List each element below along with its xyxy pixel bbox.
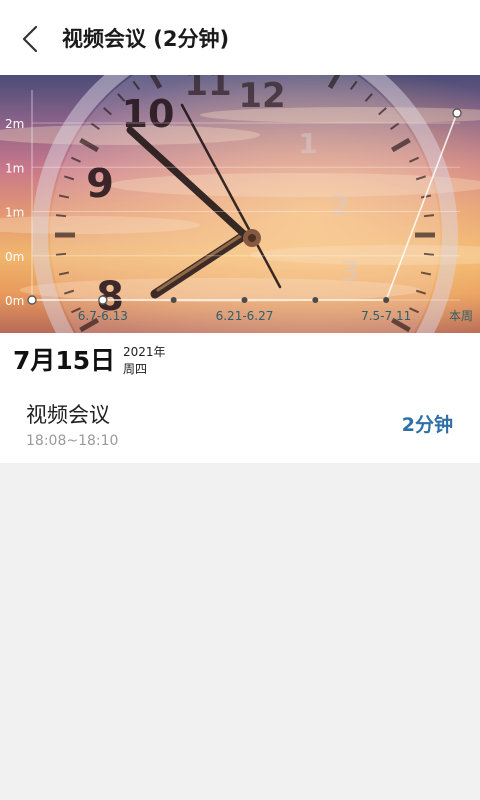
data-point — [98, 295, 108, 305]
x-tick-label: 6.7-6.13 — [78, 309, 128, 323]
day-year: 2021年 — [123, 345, 166, 359]
weekly-usage-chart: 12 11 10 9 8 1 2 3 0m0m1m1m2m6.7-6.13 6.2… — [0, 75, 480, 333]
clock-minor-tick — [55, 214, 67, 218]
clock-numeral-2: 2 — [330, 189, 349, 222]
chevron-left-icon — [22, 25, 38, 53]
y-tick-label: 1m — [5, 161, 24, 175]
record-app-name: 视频会议 — [26, 403, 110, 427]
day-header: 7月15日 2021年 周四 — [0, 333, 480, 393]
back-button[interactable] — [14, 22, 48, 56]
clock-numeral-9: 9 — [86, 161, 114, 207]
clock-numeral-11: 11 — [184, 75, 231, 104]
page-title: 视频会议 (2分钟) — [62, 27, 230, 51]
data-point — [383, 297, 390, 303]
day-date: 7月15日 — [13, 346, 116, 375]
usage-record-item[interactable]: 视频会议 18:08~18:10 2分钟 — [0, 393, 480, 463]
x-tick-label: 6.21-6.27 — [216, 309, 274, 323]
y-tick-label: 1m — [5, 206, 24, 220]
usage-chart-panel: 12 11 10 9 8 1 2 3 0m 0m 1m 1m 2m 6.7-6.13 6.2… — [0, 75, 480, 333]
y-tick-label: 2m — [5, 117, 24, 131]
clock-center-cap — [248, 234, 256, 242]
y-tick-label: 0m — [5, 250, 24, 264]
data-point — [241, 297, 248, 303]
clock-numeral-12: 12 — [238, 76, 285, 116]
x-tick-label: 7.5-7.11 — [361, 309, 411, 323]
data-point — [170, 297, 177, 303]
data-point — [27, 295, 37, 305]
y-tick-label: 0m — [5, 294, 24, 308]
clock-minor-tick — [423, 214, 435, 218]
clock-numeral-1: 1 — [298, 127, 317, 160]
record-time-range: 18:08~18:10 — [26, 433, 119, 449]
clock-minor-tick — [55, 252, 67, 256]
day-weekday: 周四 — [123, 362, 148, 376]
record-duration: 2分钟 — [401, 414, 453, 436]
data-point — [312, 297, 319, 303]
clock-minor-tick — [423, 252, 435, 256]
data-point — [452, 108, 462, 118]
app-header: 视频会议 (2分钟) — [0, 0, 480, 75]
x-tick-label: 本周 — [449, 309, 473, 323]
clock-numeral-3: 3 — [340, 254, 359, 287]
